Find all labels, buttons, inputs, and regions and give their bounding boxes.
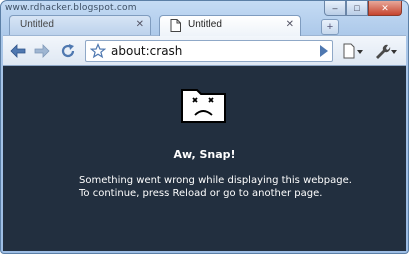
tab-untitled-2[interactable]: Untitled ✕ <box>159 15 301 36</box>
toolbar: about:crash <box>3 35 406 66</box>
browser-window: www.rdhacker.blogspot.com – □ ✕ Untitled… <box>0 0 409 254</box>
forward-arrow-icon[interactable] <box>33 42 51 60</box>
url-text[interactable]: about:crash <box>111 44 182 58</box>
sad-folder-icon <box>181 89 226 123</box>
page-icon <box>170 19 181 32</box>
error-line-1: Something went wrong while displaying th… <box>79 175 352 186</box>
crash-page: Aw, Snap! Something went wrong while dis… <box>3 66 406 251</box>
close-tab-icon[interactable]: ✕ <box>136 19 144 30</box>
error-heading: Aw, Snap! <box>173 148 236 161</box>
page-menu-icon[interactable] <box>341 42 365 60</box>
close-window-button[interactable]: ✕ <box>368 1 402 16</box>
new-tab-button[interactable]: + <box>321 19 339 35</box>
go-arrow-icon[interactable] <box>315 42 333 60</box>
wrench-icon[interactable] <box>373 42 399 60</box>
back-arrow-icon[interactable] <box>9 42 27 60</box>
close-tab-icon[interactable]: ✕ <box>286 19 294 30</box>
watermark: www.rdhacker.blogspot.com <box>5 3 137 13</box>
maximize-button[interactable]: □ <box>346 1 368 16</box>
error-message: Something went wrong while displaying th… <box>79 174 352 200</box>
window-controls: – □ ✕ <box>324 1 402 16</box>
error-line-2: To continue, press Reload or go to anoth… <box>79 188 323 199</box>
minimize-button[interactable]: – <box>324 1 346 16</box>
tab-title: Untitled <box>20 19 54 30</box>
address-bar[interactable]: about:crash <box>85 40 333 62</box>
reload-icon[interactable] <box>59 42 77 60</box>
tab-untitled-1[interactable]: Untitled ✕ <box>9 15 151 35</box>
tab-title: Untitled <box>188 19 222 30</box>
star-icon[interactable] <box>90 43 106 59</box>
